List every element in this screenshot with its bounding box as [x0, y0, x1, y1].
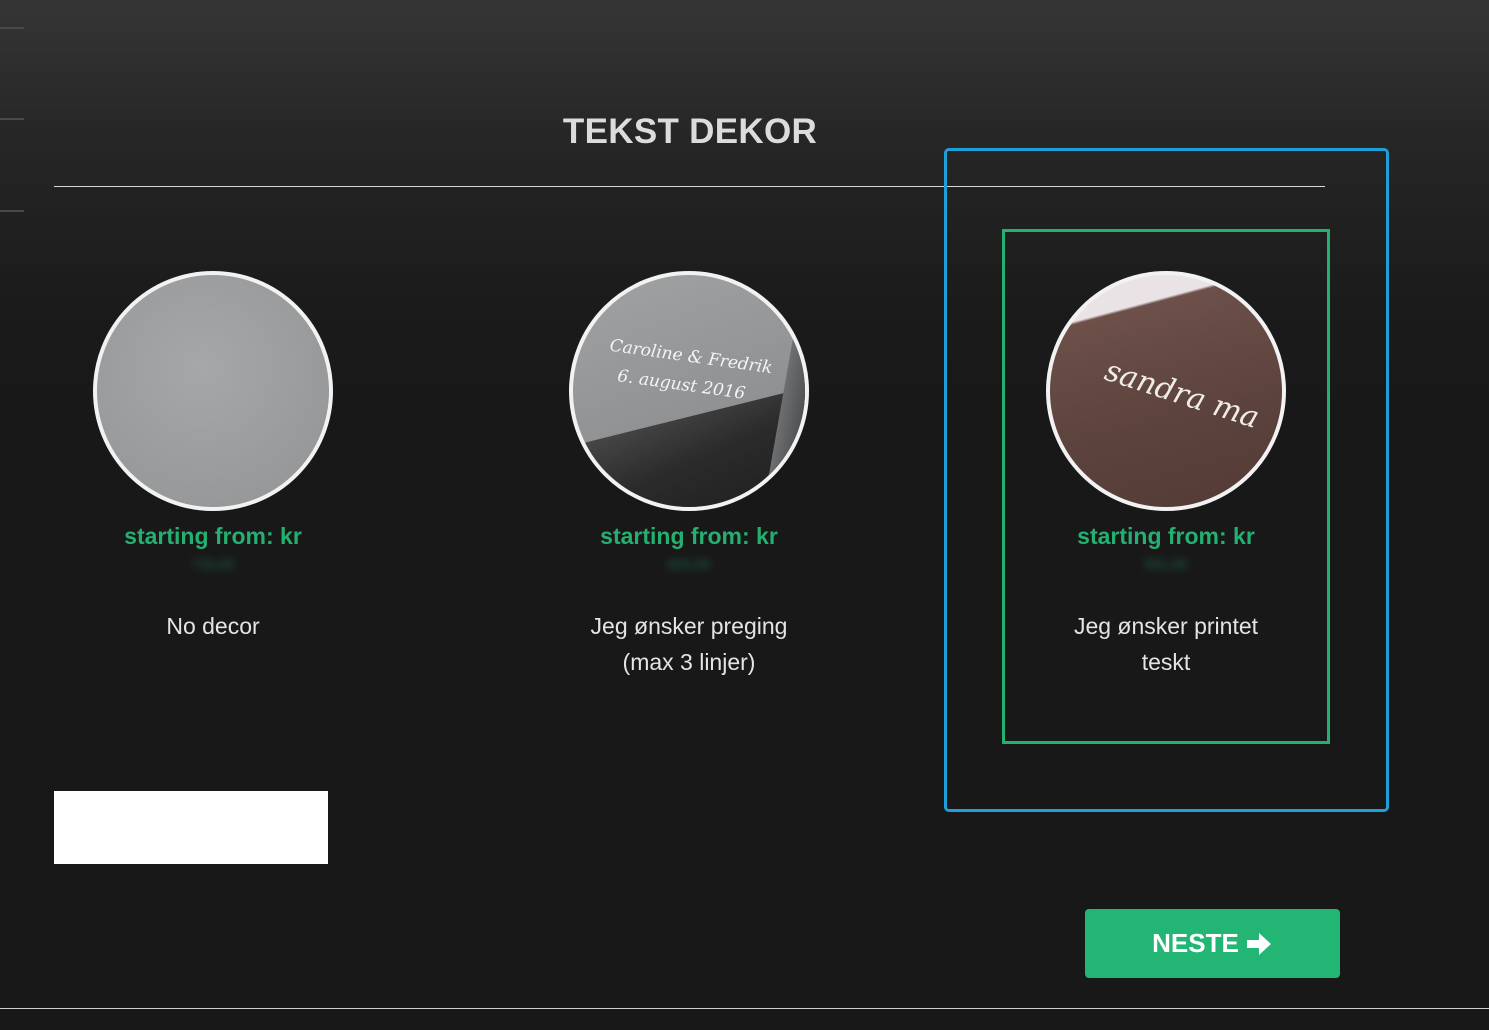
section-title: TEKST DEKOR — [562, 112, 818, 151]
edge-marker — [0, 27, 24, 29]
decor-selection-page: TEKST DEKOR starting from: kr 715,00 No … — [0, 0, 1489, 1030]
next-button[interactable]: NESTE — [1085, 909, 1340, 978]
next-button-label: NESTE — [1152, 928, 1239, 958]
option-name-line1: No decor — [166, 613, 260, 639]
option-no-decor[interactable]: starting from: kr 715,00 No decor — [63, 271, 363, 644]
price-value: 551,00 — [1144, 556, 1188, 572]
price-label: starting from: kr — [600, 523, 778, 549]
price-label: starting from: kr — [124, 523, 302, 549]
option-thumbnail-plain[interactable] — [93, 271, 333, 511]
arrow-right-icon — [1245, 931, 1273, 957]
option-name-line1: Jeg ønsker preging — [590, 613, 788, 639]
price-label: starting from: kr — [1077, 523, 1255, 549]
option-name-line1: Jeg ønsker printet — [1073, 613, 1259, 639]
edge-marker — [0, 210, 24, 212]
option-embossing[interactable]: Caroline & Fredrik 6. august 2016 starti… — [539, 271, 839, 680]
redacted-block — [54, 791, 328, 864]
option-printed-text[interactable]: sandra ma starting from: kr 551,00 Jeg ø… — [1016, 271, 1316, 680]
price-value: 715,00 — [191, 556, 235, 572]
option-name: No decor — [63, 608, 363, 644]
option-name: Jeg ønsker printet teskt — [1016, 608, 1316, 680]
option-name: Jeg ønsker preging (max 3 linjer) — [539, 608, 839, 680]
option-thumbnail-embossed[interactable]: Caroline & Fredrik 6. august 2016 — [569, 271, 809, 511]
option-name-line2: teskt — [1141, 649, 1191, 675]
option-thumbnail-printed[interactable]: sandra ma — [1046, 271, 1286, 511]
option-name-line2: (max 3 linjer) — [622, 649, 756, 675]
price-value: 825,00 — [667, 556, 711, 572]
printed-text-sample: sandra ma — [1100, 353, 1264, 436]
footer-divider — [0, 1008, 1489, 1009]
